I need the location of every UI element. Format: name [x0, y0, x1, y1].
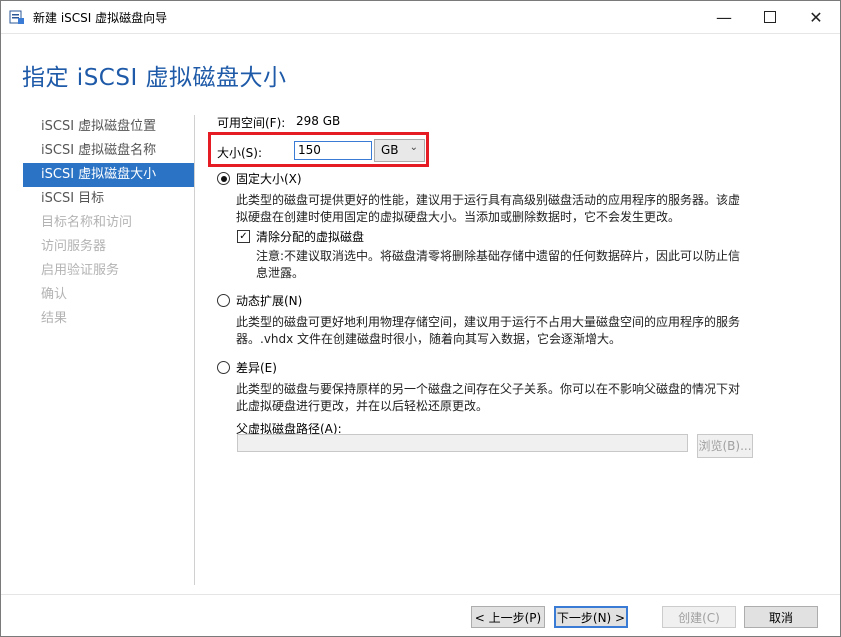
nav-item-confirmation: 确认 — [41, 287, 68, 302]
footer-divider — [1, 594, 840, 595]
wizard-app-icon — [9, 10, 24, 24]
radio-selected-dot — [220, 175, 227, 182]
dynamic-radio[interactable] — [217, 294, 230, 307]
wizard-nav: iSCSI 虚拟磁盘位置 iSCSI 虚拟磁盘名称 iSCSI 虚拟磁盘大小 i… — [23, 115, 194, 331]
nav-divider — [194, 115, 195, 585]
fixed-size-desc-2: 拟硬盘在创建时使用固定的虚拟硬盘大小。当添加或删除数据时，它不会发生更改。 — [236, 210, 681, 224]
differencing-desc-1: 此类型的磁盘与要保持原样的另一个磁盘之间存在父子关系。你可以在不影响父磁盘的情况… — [236, 382, 741, 396]
window-title: 新建 iSCSI 虚拟磁盘向导 — [33, 11, 168, 25]
prev-button[interactable]: < 上一步(P) — [471, 606, 545, 628]
clear-disk-label[interactable]: 清除分配的虚拟磁盘 — [256, 228, 364, 245]
maximize-button[interactable] — [747, 1, 793, 33]
minimize-button[interactable]: — — [701, 1, 747, 33]
differencing-desc-2: 此虚拟硬盘进行更改，并在以后轻松还原更改。 — [236, 399, 489, 413]
fixed-size-label[interactable]: 固定大小(X) — [236, 170, 302, 187]
next-button[interactable]: 下一步(N) > — [554, 606, 628, 628]
wizard-window: 新建 iSCSI 虚拟磁盘向导 — ✕ 指定 iSCSI 虚拟磁盘大小 iSCS… — [0, 0, 841, 637]
nav-item-disk-location[interactable]: iSCSI 虚拟磁盘位置 — [23, 115, 194, 139]
nav-item-target-name-access: 目标名称和访问 — [41, 215, 133, 230]
size-highlight-box — [208, 132, 429, 167]
free-space-label: 可用空间(F): — [217, 116, 286, 130]
page-title: 指定 iSCSI 虚拟磁盘大小 — [22, 65, 287, 91]
free-space-value: 298 GB — [296, 114, 341, 128]
clear-disk-desc-2: 息泄露。 — [256, 266, 305, 280]
nav-item-target[interactable]: iSCSI 目标 — [23, 187, 194, 211]
wizard-header: 指定 iSCSI 虚拟磁盘大小 — [1, 33, 840, 98]
differencing-radio[interactable] — [217, 361, 230, 374]
dynamic-label[interactable]: 动态扩展(N) — [236, 292, 302, 309]
fixed-size-radio[interactable] — [217, 172, 230, 185]
clear-disk-checkbox[interactable]: ✓ — [237, 230, 250, 243]
nav-item-access-servers: 访问服务器 — [41, 239, 107, 254]
close-icon: ✕ — [809, 7, 823, 27]
differencing-label[interactable]: 差异(E) — [236, 359, 277, 376]
clear-disk-desc-1: 注意:不建议取消选中。将磁盘清零将删除基础存储中遗留的任何数据碎片，因此可以防止… — [256, 249, 741, 263]
dynamic-desc-1: 此类型的磁盘可更好地利用物理存储空间，建议用于运行不占用大量磁盘空间的应用程序的… — [236, 315, 741, 329]
nav-item-disk-size[interactable]: iSCSI 虚拟磁盘大小 — [23, 163, 194, 187]
cancel-button[interactable]: 取消 — [744, 606, 818, 628]
nav-item-enable-auth: 启用验证服务 — [41, 263, 120, 278]
create-button: 创建(C) — [662, 606, 736, 628]
nav-item-disk-name[interactable]: iSCSI 虚拟磁盘名称 — [23, 139, 194, 163]
nav-item-results: 结果 — [41, 311, 68, 326]
maximize-icon — [764, 11, 776, 23]
title-bar: 新建 iSCSI 虚拟磁盘向导 — ✕ — [1, 1, 840, 33]
checkmark-icon: ✓ — [239, 231, 248, 242]
parent-path-input[interactable] — [237, 434, 688, 452]
dynamic-desc-2: 器。.vhdx 文件在创建磁盘时很小，随着向其写入数据，它会逐渐增大。 — [236, 332, 622, 346]
close-button[interactable]: ✕ — [793, 1, 839, 33]
fixed-size-desc-1: 此类型的磁盘可提供更好的性能，建议用于运行具有高级别磁盘活动的应用程序的服务器。… — [236, 193, 741, 207]
minimize-icon: — — [716, 7, 732, 27]
browse-button[interactable]: 浏览(B)... — [697, 434, 753, 458]
